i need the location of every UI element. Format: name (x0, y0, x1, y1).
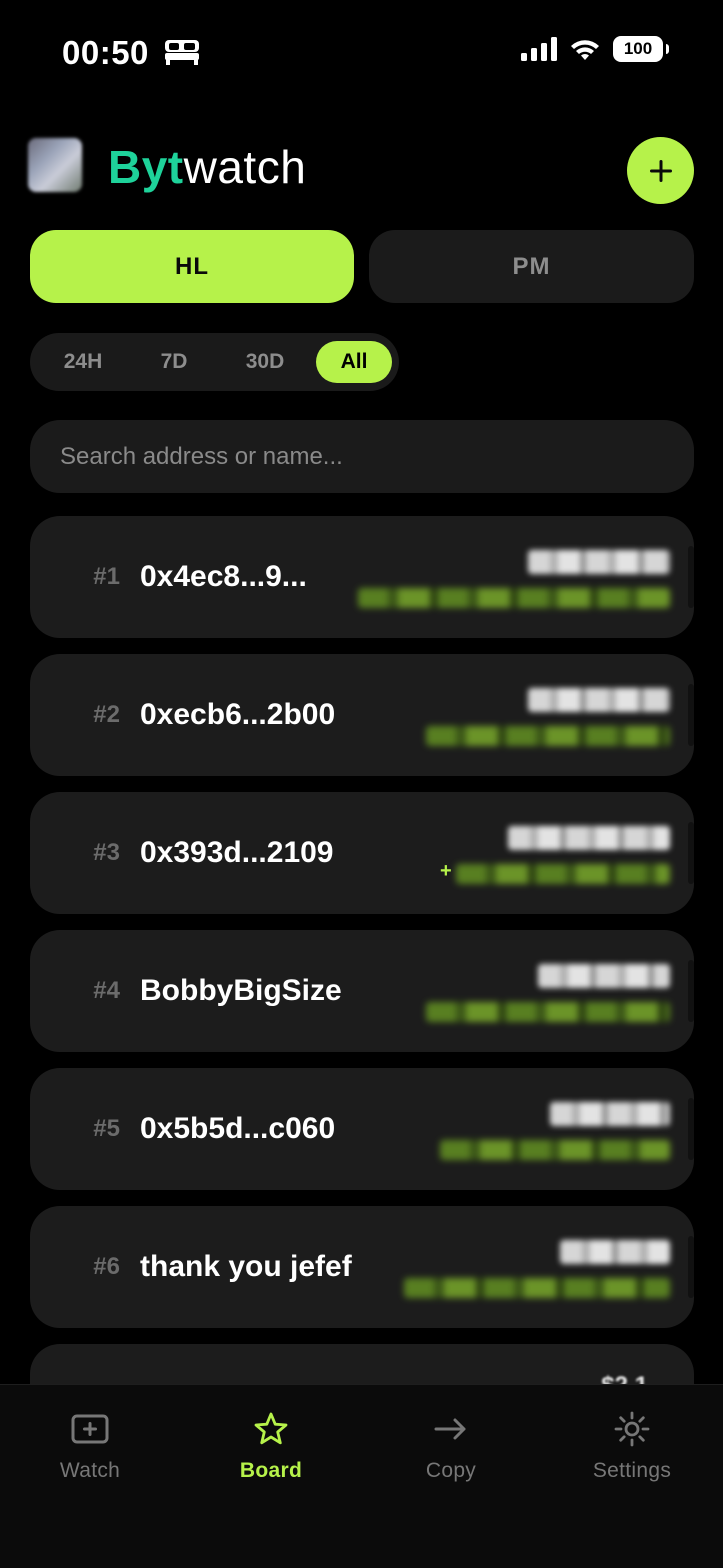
trader-name: 0x4ec8...9... (140, 560, 307, 593)
tab-label: Watch (59, 1459, 121, 1482)
tab-board[interactable]: Board (181, 1385, 361, 1515)
arrow-right-icon (434, 1418, 466, 1440)
row-edge (688, 1098, 694, 1160)
pnl-value-redacted (560, 1240, 670, 1264)
rank-label: #6 (93, 1253, 120, 1280)
trader-name: 0xecb6...2b00 (140, 698, 336, 731)
tab-copy[interactable]: Copy (361, 1385, 541, 1515)
leaderboard-list: #1 0x4ec8...9... #2 0xecb6...2b00 #3 0x3… (0, 0, 723, 1384)
tab-label: Settings (592, 1459, 672, 1482)
change-sign: + (440, 860, 452, 882)
pnl-change-redacted (426, 1002, 670, 1022)
tab-settings[interactable]: Settings (542, 1385, 722, 1515)
tab-watch[interactable]: Watch (0, 1385, 180, 1515)
row-edge (688, 1236, 694, 1298)
rank-label: #3 (93, 839, 120, 866)
rank-label: #5 (93, 1115, 120, 1142)
tab-bar: Watch Board Copy Settings (0, 1384, 723, 1568)
pnl-value-partial: $2.1 (601, 1372, 648, 1384)
leaderboard-row[interactable]: #5 0x5b5d...c060 (30, 1068, 694, 1190)
pnl-value-redacted (508, 826, 670, 850)
pnl-value-redacted (538, 964, 670, 988)
pnl-change-redacted (440, 1140, 670, 1160)
gear-icon (614, 1411, 650, 1447)
pnl-value-redacted (550, 1102, 670, 1126)
star-icon (254, 1412, 288, 1445)
rank-label: #1 (93, 563, 120, 590)
trader-name: 0x393d...2109 (140, 836, 334, 869)
leaderboard-row[interactable]: $2.1 (30, 1344, 694, 1384)
trader-name: BobbyBigSize (140, 974, 342, 1007)
leaderboard-row[interactable]: #4 BobbyBigSize (30, 930, 694, 1052)
pnl-change-redacted (456, 864, 670, 884)
tab-label: Board (239, 1459, 303, 1482)
trader-name: 0x5b5d...c060 (140, 1112, 336, 1145)
pnl-change-redacted (426, 726, 670, 746)
pnl-change-redacted (358, 588, 670, 608)
rank-label: #2 (93, 701, 120, 728)
leaderboard-row[interactable]: #2 0xecb6...2b00 (30, 654, 694, 776)
leaderboard-row[interactable]: #3 0x393d...2109 + (30, 792, 694, 914)
leaderboard-row[interactable]: #1 0x4ec8...9... (30, 516, 694, 638)
pnl-change-redacted (404, 1278, 670, 1298)
row-edge (688, 822, 694, 884)
rank-label: #4 (93, 977, 120, 1004)
pnl-value-redacted (528, 688, 670, 712)
leaderboard-row[interactable]: #6 thank you jefef (30, 1206, 694, 1328)
tab-label: Copy (425, 1459, 477, 1482)
row-edge (688, 546, 694, 608)
plus-square-icon (71, 1414, 109, 1444)
row-edge (688, 960, 694, 1022)
pnl-value-redacted (528, 550, 670, 574)
trader-name: thank you jefef (140, 1250, 352, 1283)
row-edge (688, 684, 694, 746)
